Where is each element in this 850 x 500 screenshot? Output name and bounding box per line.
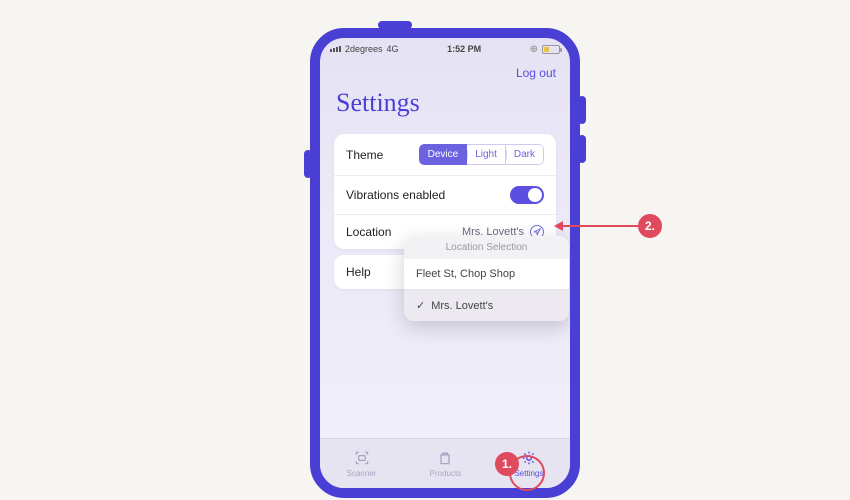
- location-popover-title: Location Selection: [404, 236, 569, 259]
- page-title: Settings: [320, 82, 570, 128]
- help-label: Help: [346, 265, 371, 279]
- tab-scanner[interactable]: Scanner: [347, 449, 377, 478]
- vibrations-row: Vibrations enabled: [334, 175, 556, 214]
- theme-row: Theme Device Light Dark: [334, 134, 556, 175]
- settings-card: Theme Device Light Dark Vibrations enabl…: [334, 134, 556, 249]
- location-option-label: Mrs. Lovett's: [431, 300, 493, 312]
- status-bar: 2degrees 4G 1:52 PM ⊕: [320, 38, 570, 58]
- location-option-selected[interactable]: ✓ Mrs. Lovett's: [404, 290, 569, 321]
- checkmark-icon: ✓: [416, 299, 425, 312]
- theme-option-dark[interactable]: Dark: [506, 144, 544, 165]
- phone-frame: 2degrees 4G 1:52 PM ⊕ Log out Settings T…: [310, 28, 580, 498]
- vibrations-toggle[interactable]: [510, 186, 544, 204]
- theme-segmented-control[interactable]: Device Light Dark: [419, 144, 544, 165]
- logout-button[interactable]: Log out: [516, 66, 556, 80]
- carrier-label: 2degrees: [345, 44, 383, 54]
- vibrations-label: Vibrations enabled: [346, 188, 445, 202]
- location-option[interactable]: Fleet St, Chop Shop: [404, 259, 569, 290]
- products-icon: [436, 449, 454, 467]
- network-label: 4G: [387, 44, 399, 54]
- annotation-badge-1: 1.: [495, 452, 519, 476]
- battery-icon: [542, 45, 560, 54]
- tab-products-label: Products: [430, 469, 462, 478]
- annotation-arrow-2: [562, 225, 640, 227]
- tab-scanner-label: Scanner: [347, 469, 377, 478]
- logout-row: Log out: [320, 58, 570, 82]
- annotation-badge-2: 2.: [638, 214, 662, 238]
- theme-option-light[interactable]: Light: [467, 144, 506, 165]
- annotation-arrowhead-2: [554, 221, 563, 231]
- tab-products[interactable]: Products: [430, 449, 462, 478]
- location-option-label: Fleet St, Chop Shop: [416, 268, 515, 280]
- theme-option-device[interactable]: Device: [419, 144, 468, 165]
- location-label: Location: [346, 225, 391, 239]
- orientation-lock-icon: ⊕: [530, 44, 538, 55]
- scanner-icon: [353, 449, 371, 467]
- clock-label: 1:52 PM: [447, 44, 481, 54]
- signal-strength-icon: [330, 46, 341, 52]
- location-popover: Location Selection Fleet St, Chop Shop ✓…: [404, 236, 569, 321]
- theme-label: Theme: [346, 148, 383, 162]
